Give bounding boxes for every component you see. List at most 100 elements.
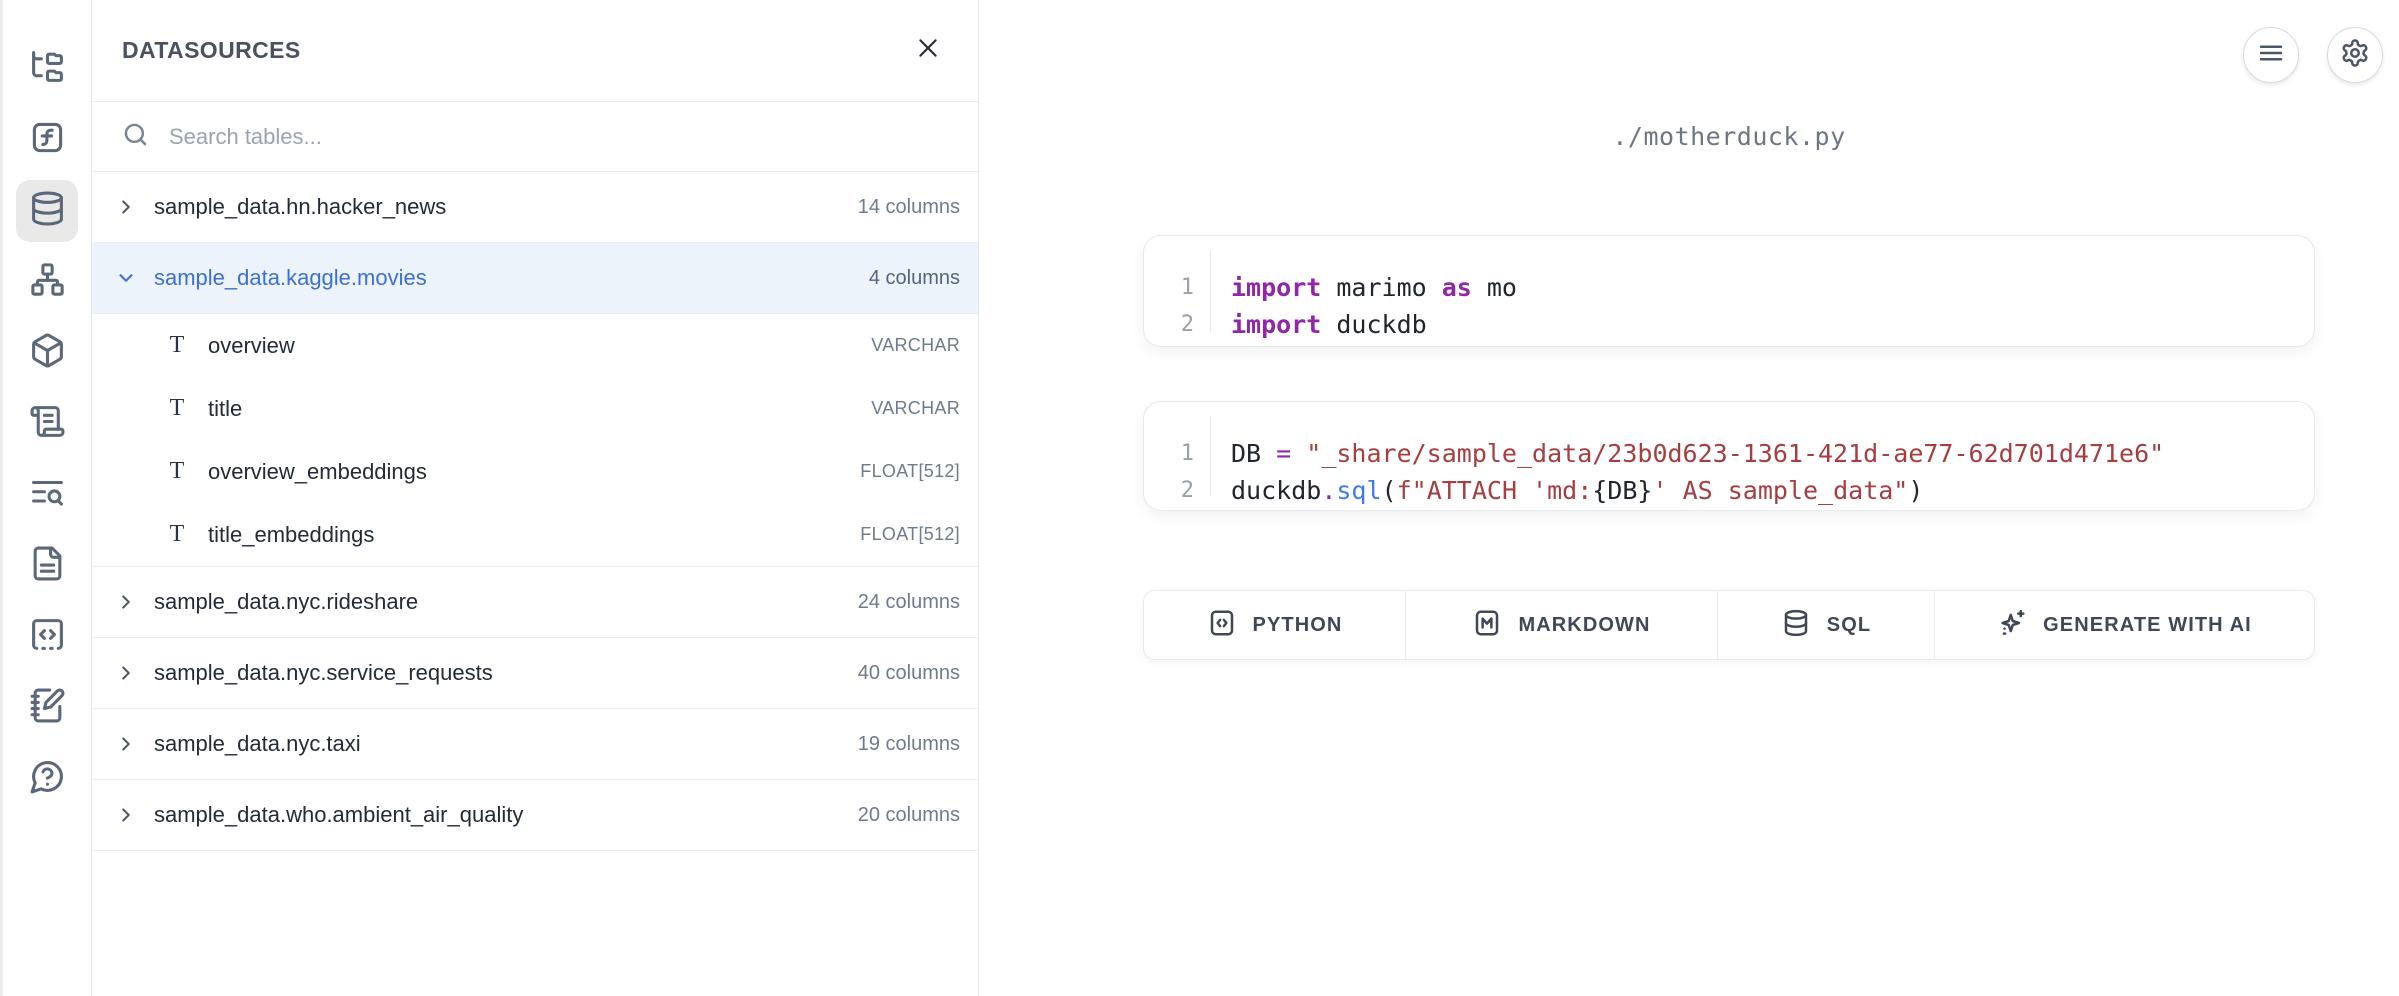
scroll-logs-icon [29,403,66,445]
table-row-nyc-taxi[interactable]: sample_data.nyc.taxi 19 columns [92,709,978,780]
code-editor[interactable]: import marimo as mo import duckdb [1211,250,2314,332]
table-column-count: 14 columns [858,196,960,219]
table-name: sample_data.hn.hacker_news [154,194,446,220]
notebook-filename[interactable]: ./motherduck.py [1143,122,2315,151]
notebook-menu-button[interactable] [2243,27,2299,83]
table-column-count: 24 columns [858,591,960,614]
column-datatype: FLOAT[512] [860,524,960,545]
add-button-label: GENERATE WITH AI [2043,614,2252,637]
line-number-gutter: 1 2 [1144,250,1211,332]
chevron-down-icon [114,266,138,290]
notebook-pen-icon [29,687,66,729]
add-sql-cell-button[interactable]: SQL [1718,591,1935,659]
add-button-label: SQL [1827,614,1871,637]
code-cell-attach-db[interactable]: 1 2 DB = "_share/sample_data/23b0d623-13… [1143,401,2315,511]
file-text-icon [29,545,66,587]
table-name: sample_data.who.ambient_air_quality [154,802,523,828]
sidebar-item-dependency-graph[interactable] [16,251,78,313]
hamburger-menu-icon [2256,38,2286,73]
sidebar-item-search[interactable] [16,464,78,526]
table-row-kaggle-movies[interactable]: sample_data.kaggle.movies 4 columns [92,243,978,314]
table-row-nyc-service-requests[interactable]: sample_data.nyc.service_requests 40 colu… [92,638,978,709]
package-box-icon [29,332,66,374]
marimo-app: DATASOURCES sample_data.hn.hacker_news 1… [0,0,2399,996]
code-line: import duckdb [1231,306,2314,343]
close-panel-button[interactable] [908,31,948,71]
column-datatype: FLOAT[512] [860,461,960,482]
add-button-label: MARKDOWN [1518,614,1650,637]
table-row-nyc-rideshare[interactable]: sample_data.nyc.rideshare 24 columns [92,567,978,638]
code-cell-imports[interactable]: 1 2 import marimo as mo import duckdb [1143,235,2315,347]
dependency-graph-icon [29,261,66,303]
database-icon [1781,608,1811,643]
sidebar-item-logs[interactable] [16,393,78,455]
chevron-right-icon [114,803,138,827]
panel-title: DATASOURCES [122,37,301,64]
column-datatype: VARCHAR [871,398,960,419]
file-tree-icon [29,48,66,90]
markdown-icon [1472,608,1502,643]
table-row-who-ambient-air-quality[interactable]: sample_data.who.ambient_air_quality 20 c… [92,780,978,851]
datasources-panel-header: DATASOURCES [92,0,978,102]
column-row-title-embeddings[interactable]: T title_embeddings FLOAT[512] [92,503,978,566]
sidebar-item-file-tree[interactable] [16,38,78,100]
help-bubble-icon [29,758,66,800]
line-number: 2 [1144,306,1194,343]
table-column-count: 4 columns [869,267,960,290]
line-number-gutter: 1 2 [1144,416,1211,496]
kaggle-movies-columns: T overview VARCHAR T title VARCHAR T ove… [92,314,978,567]
text-type-icon: T [164,458,190,485]
sidebar-item-packages[interactable] [16,322,78,384]
table-search-row [92,102,978,172]
sidebar-item-functions[interactable] [16,109,78,171]
add-cell-button-row: PYTHON MARKDOWN SQL GENERATE WITH AI [1143,590,2315,660]
add-button-label: PYTHON [1253,614,1343,637]
code-editor[interactable]: DB = "_share/sample_data/23b0d623-1361-4… [1211,416,2314,496]
column-datatype: VARCHAR [871,335,960,356]
table-name: sample_data.nyc.taxi [154,731,361,757]
table-column-count: 19 columns [858,733,960,756]
table-column-count: 20 columns [858,804,960,827]
code-square-icon [1207,608,1237,643]
text-type-icon: T [164,332,190,359]
text-type-icon: T [164,521,190,548]
list-search-icon [29,474,66,516]
column-row-overview-embeddings[interactable]: T overview_embeddings FLOAT[512] [92,440,978,503]
database-icon [29,190,66,232]
sidebar-item-help[interactable] [16,748,78,810]
sidebar-item-datasources[interactable] [16,180,78,242]
add-markdown-cell-button[interactable]: MARKDOWN [1406,591,1718,659]
notebook-main-area: ./motherduck.py 1 2 import marimo as mo … [979,0,2399,996]
column-name: overview_embeddings [208,459,427,485]
column-row-overview[interactable]: T overview VARCHAR [92,314,978,377]
sidebar-item-scratchpad[interactable] [16,677,78,739]
settings-button[interactable] [2327,27,2383,83]
functions-icon [29,119,66,161]
search-tables-input[interactable] [169,124,948,150]
table-name: sample_data.nyc.rideshare [154,589,418,615]
column-name: title_embeddings [208,522,374,548]
column-name: overview [208,333,295,359]
generate-with-ai-button[interactable]: GENERATE WITH AI [1935,591,2314,659]
table-row-hacker-news[interactable]: sample_data.hn.hacker_news 14 columns [92,172,978,243]
sidebar-item-snippets[interactable] [16,606,78,668]
code-line: duckdb.sql(f"ATTACH 'md:{DB}' AS sample_… [1231,472,2314,509]
top-right-controls [2243,27,2383,83]
table-name: sample_data.kaggle.movies [154,265,427,291]
gear-icon [2340,38,2370,73]
table-name: sample_data.nyc.service_requests [154,660,493,686]
chevron-right-icon [114,590,138,614]
text-type-icon: T [164,395,190,422]
search-icon [122,121,169,153]
line-number: 1 [1144,435,1194,472]
line-number: 1 [1144,269,1194,306]
code-snippets-icon [29,616,66,658]
add-python-cell-button[interactable]: PYTHON [1144,591,1406,659]
activity-sidebar [0,0,92,996]
column-row-title[interactable]: T title VARCHAR [92,377,978,440]
chevron-right-icon [114,732,138,756]
sidebar-item-documentation[interactable] [16,535,78,597]
chevron-right-icon [114,661,138,685]
table-column-count: 40 columns [858,662,960,685]
code-line: DB = "_share/sample_data/23b0d623-1361-4… [1231,435,2314,472]
